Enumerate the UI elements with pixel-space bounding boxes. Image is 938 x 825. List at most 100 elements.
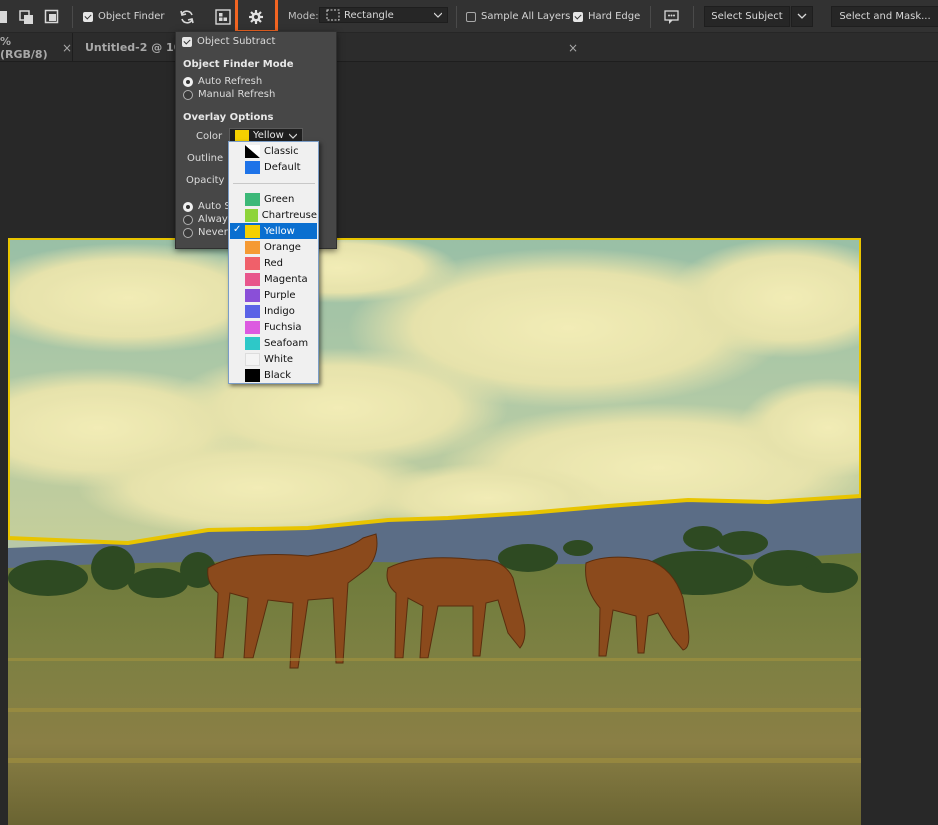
sample-all-layers-label: Sample All Layers	[481, 11, 571, 22]
new-selection-icon[interactable]	[0, 0, 10, 33]
color-option-purple[interactable]: Purple	[230, 287, 317, 303]
select-subject-button[interactable]: Select Subject	[704, 6, 790, 27]
chevron-down-icon	[797, 13, 807, 19]
mode-select[interactable]: Rectangle	[319, 7, 448, 23]
auto-show-option[interactable]: Auto S	[183, 201, 231, 212]
color-swatch	[245, 304, 260, 318]
object-finder-label: Object Finder	[98, 11, 165, 22]
always-option[interactable]: Always	[183, 214, 233, 225]
sample-all-layers-toggle[interactable]: Sample All Layers	[466, 0, 570, 33]
manual-refresh-option[interactable]: Manual Refresh	[183, 89, 275, 100]
color-option-yellow[interactable]: ✓ Yellow	[230, 223, 317, 239]
hard-edge-toggle[interactable]: Hard Edge	[573, 0, 640, 33]
select-subject-dropdown[interactable]	[791, 6, 813, 27]
color-value: Yellow	[253, 130, 284, 141]
overlay-options-header: Overlay Options	[183, 112, 274, 123]
manual-refresh-radio[interactable]	[183, 89, 193, 100]
document-image[interactable]	[8, 238, 861, 825]
object-subtract-label: Object Subtract	[197, 36, 276, 47]
color-option-label: Fuchsia	[264, 321, 302, 333]
color-option-chartreuse[interactable]: Chartreuse	[230, 207, 317, 223]
mode-label: Mode:	[288, 11, 319, 22]
auto-refresh-label: Auto Refresh	[198, 76, 263, 87]
color-swatch	[245, 320, 260, 334]
divider	[693, 6, 694, 28]
refresh-icon[interactable]	[179, 0, 195, 33]
color-option-green[interactable]: Green	[230, 191, 317, 207]
color-option-label: Black	[264, 369, 292, 381]
color-swatch	[245, 240, 260, 254]
color-option-fuchsia[interactable]: Fuchsia	[230, 319, 317, 335]
divider	[650, 6, 651, 28]
color-option-label: White	[264, 353, 294, 365]
object-finder-checkbox[interactable]	[83, 11, 93, 22]
close-icon[interactable]: ×	[62, 41, 72, 55]
divider	[456, 6, 457, 28]
manual-refresh-label: Manual Refresh	[198, 89, 276, 100]
auto-show-radio[interactable]	[183, 201, 193, 212]
feedback-icon[interactable]	[663, 0, 681, 33]
object-subtract-checkbox[interactable]	[182, 36, 192, 47]
color-swatch	[245, 224, 260, 238]
gear-highlight	[235, 0, 278, 33]
mode-value: Rectangle	[344, 9, 394, 21]
chevron-down-icon	[434, 12, 442, 18]
color-option-indigo[interactable]: Indigo	[230, 303, 317, 319]
color-option-classic[interactable]: Classic	[230, 143, 317, 159]
hard-edge-checkbox[interactable]	[573, 11, 583, 22]
object-finder-toggle[interactable]: Object Finder	[83, 0, 165, 33]
color-option-label: Yellow	[264, 225, 295, 237]
color-swatch	[245, 272, 260, 286]
color-option-label: Default	[264, 161, 301, 173]
options-bar: Object Finder Mode: Rectangle Sample All…	[0, 0, 938, 33]
auto-refresh-option[interactable]: Auto Refresh	[183, 76, 262, 87]
color-option-label: Orange	[264, 241, 301, 253]
color-option-black[interactable]: Black	[230, 367, 317, 383]
rectangle-icon	[326, 9, 340, 21]
chevron-down-icon	[289, 133, 297, 139]
add-to-selection-icon[interactable]	[18, 0, 34, 33]
select-and-mask-button[interactable]: Select and Mask...	[831, 6, 938, 27]
sample-all-layers-checkbox[interactable]	[466, 11, 476, 22]
outline-label: Outline	[187, 153, 224, 164]
auto-show-label: Auto S	[198, 201, 231, 212]
always-radio[interactable]	[183, 214, 193, 225]
color-label: Color	[196, 131, 223, 142]
subtract-from-selection-icon[interactable]	[44, 0, 60, 33]
never-option[interactable]: Never	[183, 227, 228, 238]
tab-label: % (RGB/8)	[0, 34, 48, 61]
color-option-default[interactable]: Default	[230, 159, 317, 175]
color-option-magenta[interactable]: Magenta	[230, 271, 317, 287]
close-icon[interactable]: ×	[568, 41, 578, 55]
tab-label: Untitled-2 @ 100	[85, 41, 189, 54]
color-swatch	[245, 192, 260, 206]
tab-document-1[interactable]: % (RGB/8) ×	[0, 33, 73, 62]
color-swatch	[245, 288, 260, 302]
checkmark-icon: ✓	[233, 224, 242, 235]
finder-mode-header: Object Finder Mode	[183, 59, 294, 70]
classic-swatch-icon	[245, 144, 260, 158]
color-swatch	[245, 336, 260, 350]
color-option-label: Magenta	[264, 273, 308, 285]
opacity-label: Opacity	[186, 175, 225, 186]
never-radio[interactable]	[183, 227, 193, 238]
divider	[233, 183, 315, 184]
never-label: Never	[198, 227, 228, 238]
color-option-orange[interactable]: Orange	[230, 239, 317, 255]
color-swatch	[245, 368, 260, 382]
auto-refresh-radio[interactable]	[183, 76, 193, 87]
color-option-label: Classic	[264, 145, 299, 157]
divider	[72, 6, 73, 28]
show-all-objects-icon[interactable]	[215, 0, 231, 33]
color-option-label: Seafoam	[264, 337, 309, 349]
color-option-label: Chartreuse	[261, 209, 317, 221]
color-option-red[interactable]: Red	[230, 255, 317, 271]
color-option-white[interactable]: White	[230, 351, 317, 367]
document-tabs: % (RGB/8) × Untitled-2 @ 100 ×	[0, 33, 938, 62]
color-option-label: Purple	[264, 289, 296, 301]
select-subject-label: Select Subject	[711, 11, 783, 22]
select-and-mask-label: Select and Mask...	[839, 11, 931, 22]
color-option-seafoam[interactable]: Seafoam	[230, 335, 317, 351]
object-subtract-toggle[interactable]: Object Subtract	[182, 36, 275, 47]
color-option-label: Red	[264, 257, 283, 269]
